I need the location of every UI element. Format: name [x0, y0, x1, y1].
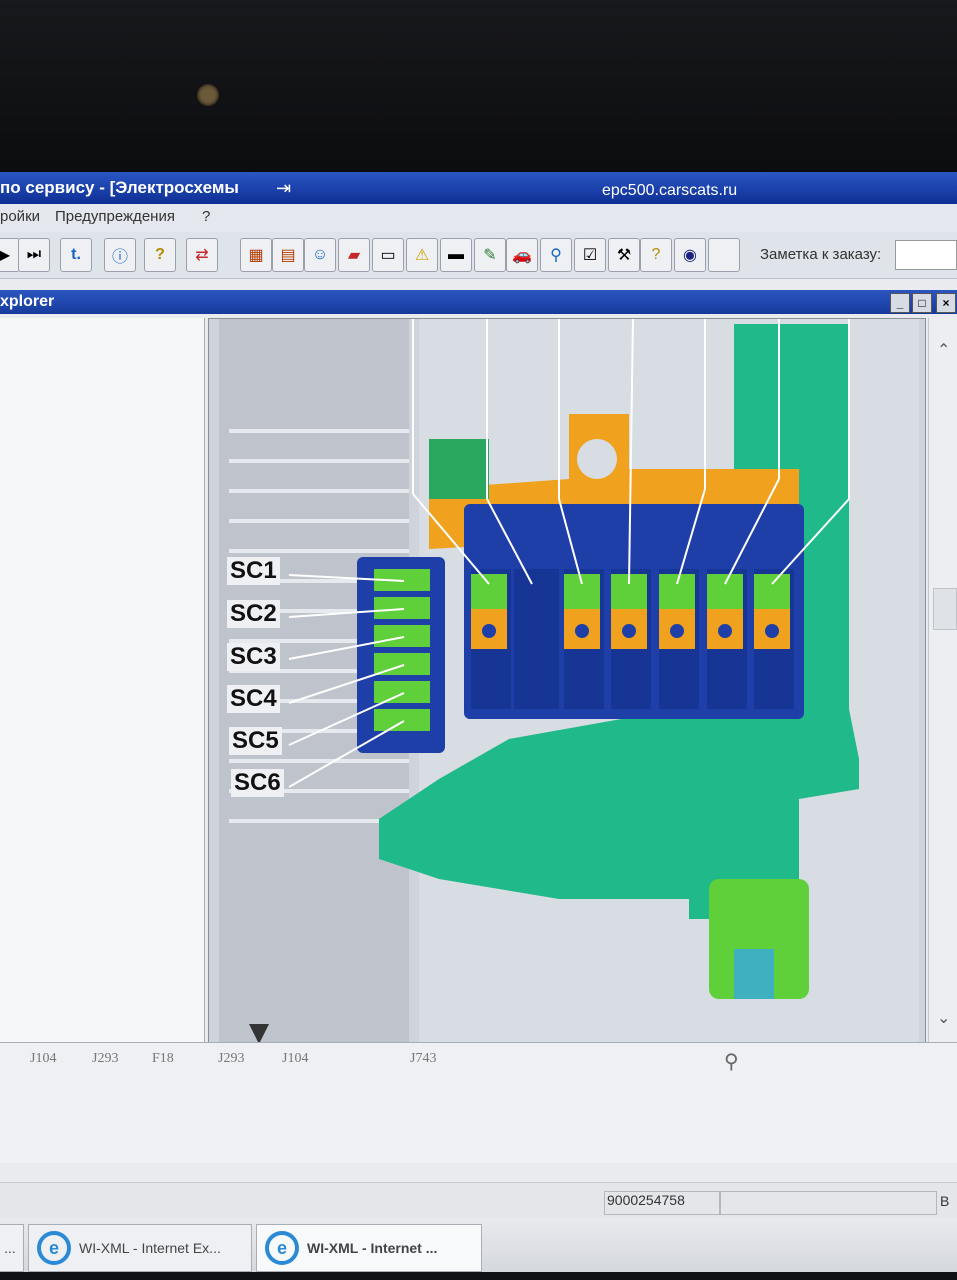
explorer-title-bar: xplorer _ □ ×: [0, 290, 957, 314]
ie-icon: e: [37, 1231, 71, 1265]
fuse-diagram-svg: [209, 319, 925, 1043]
sc3-label: SC3: [227, 643, 280, 671]
toolbar: ▶ ⏭ t. ⓘ ? ⇄ ▦ ▤ ☺ ▰ ▭ ⚠ ▬ ✎ 🚗 ⚲ ☑ ⚒ ? ◉…: [0, 232, 957, 279]
menu-item-settings[interactable]: ройки: [0, 208, 40, 225]
ref-f18: F18: [152, 1051, 174, 1066]
bezel-screw: [197, 84, 219, 106]
scroll-up-icon[interactable]: ⌃: [937, 340, 950, 360]
sc2-label: SC2: [227, 600, 280, 628]
sc1-label: SC1: [227, 557, 280, 585]
book-icon[interactable]: ▰: [338, 238, 370, 272]
taskbar: ... e WI-XML - Internet Ex... e WI-XML -…: [0, 1218, 957, 1272]
help-doc-icon[interactable]: ?: [640, 238, 672, 272]
play-icon[interactable]: ▶: [0, 238, 20, 272]
tools-icon[interactable]: ⚒: [608, 238, 640, 272]
question-icon[interactable]: ?: [144, 238, 176, 272]
ref-j104-2: J104: [282, 1051, 309, 1066]
maximize-icon[interactable]: □: [912, 293, 932, 313]
order-note-label: Заметка к заказу:: [760, 246, 882, 263]
car-icon[interactable]: 🚗: [506, 238, 538, 272]
zoom-icon[interactable]: ⚲: [724, 1049, 739, 1074]
reference-pane: J104 J293 F18 J293 J104 J743 ⚲: [0, 1042, 957, 1163]
order-note-input[interactable]: [895, 240, 957, 270]
sc4-label: SC4: [227, 685, 280, 713]
swap-icon[interactable]: ⇄: [186, 238, 218, 272]
status-bar: 9000254758 B: [0, 1182, 957, 1219]
menu-bar: ройки Предупреждения ?: [0, 204, 957, 232]
menu-item-help[interactable]: ?: [202, 208, 210, 225]
app-screen: по сервису - [Электросхемы ⇥ epc500.cars…: [0, 172, 957, 1272]
explorer-title: xplorer: [0, 293, 55, 310]
checklist-icon[interactable]: ☑: [574, 238, 606, 272]
document-icon[interactable]: ▭: [372, 238, 404, 272]
blank-button[interactable]: [708, 238, 740, 272]
scroll-down-icon[interactable]: ⌄: [937, 1008, 950, 1028]
task-item-1[interactable]: e WI-XML - Internet Ex...: [28, 1224, 252, 1272]
grid2-icon[interactable]: ▤: [272, 238, 304, 272]
close-icon[interactable]: ×: [936, 293, 956, 313]
menu-item-warnings[interactable]: Предупреждения: [55, 208, 175, 225]
search-person-icon[interactable]: ⚲: [540, 238, 572, 272]
ie-icon: e: [265, 1231, 299, 1265]
pencil-icon[interactable]: ✎: [474, 238, 506, 272]
info-icon[interactable]: ⓘ: [104, 238, 136, 272]
ref-j293-2: J293: [218, 1051, 245, 1066]
ref-j293: J293: [92, 1051, 119, 1066]
skip-end-icon[interactable]: ⏭: [18, 238, 50, 272]
task-item-0[interactable]: ...: [0, 1224, 24, 1272]
minimize-icon[interactable]: _: [890, 293, 910, 313]
ref-j743: J743: [410, 1051, 437, 1066]
pin-icon[interactable]: ⇥: [276, 178, 291, 199]
status-letter: B: [940, 1193, 950, 1209]
task-label-0: ...: [4, 1240, 16, 1256]
window-url: epc500.carscats.ru: [602, 182, 738, 199]
task-label-2: WI-XML - Internet ...: [307, 1240, 438, 1256]
grid-icon[interactable]: ▦: [240, 238, 272, 272]
left-pane: [0, 318, 205, 1042]
status-number: 9000254758: [604, 1191, 720, 1215]
fuse-box-diagram: SC1 SC2 SC3 SC4 SC5 SC6: [208, 318, 926, 1044]
sc6-label: SC6: [231, 769, 284, 797]
vertical-scrollbar[interactable]: ⌃ ⌄: [928, 318, 957, 1042]
warning-icon[interactable]: ⚠: [406, 238, 438, 272]
ref-j104: J104: [30, 1051, 57, 1066]
task-item-2[interactable]: e WI-XML - Internet ...: [256, 1224, 482, 1272]
scroll-thumb[interactable]: [933, 588, 957, 630]
task-label-1: WI-XML - Internet Ex...: [79, 1240, 221, 1256]
sc5-label: SC5: [229, 727, 282, 755]
text-icon[interactable]: t.: [60, 238, 92, 272]
title-bar: по сервису - [Электросхемы ⇥ epc500.cars…: [0, 172, 957, 204]
person-icon[interactable]: ☺: [304, 238, 336, 272]
status-field-empty: [720, 1191, 937, 1215]
window-title: по сервису - [Электросхемы: [0, 178, 239, 197]
globe-icon[interactable]: ◉: [674, 238, 706, 272]
monitor-bezel: [0, 0, 957, 178]
print-icon[interactable]: ▬: [440, 238, 472, 272]
